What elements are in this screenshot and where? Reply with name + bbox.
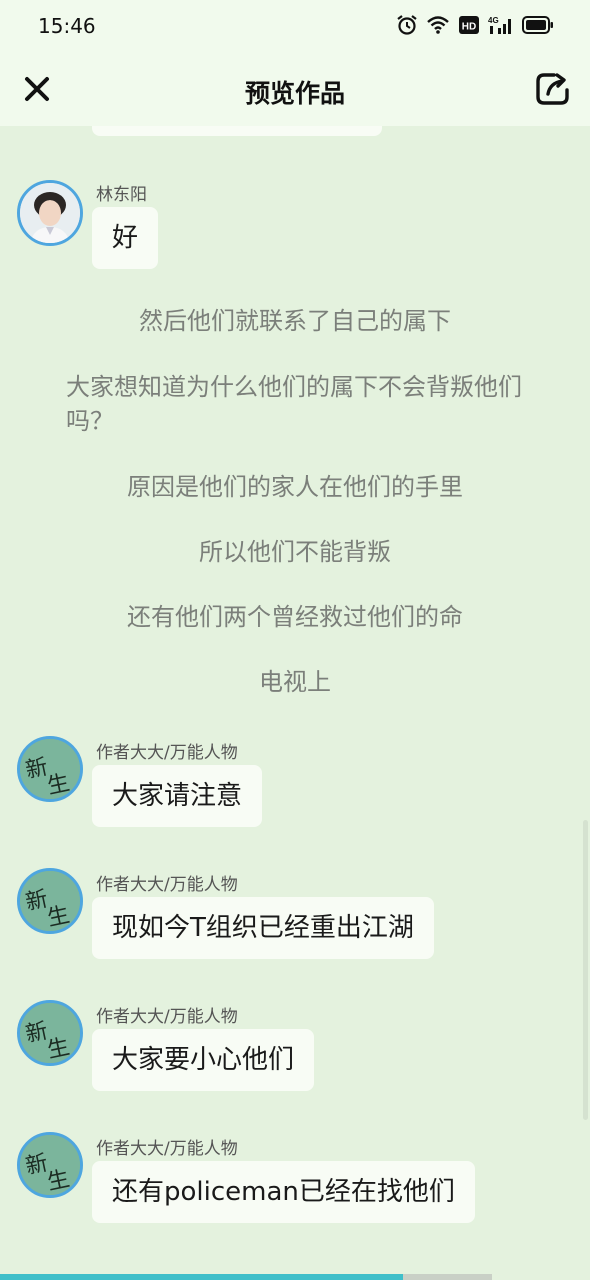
- speaker-name: 作者大大/万能人物: [96, 1007, 238, 1027]
- reading-progress-fill: [0, 1274, 404, 1280]
- share-icon: [536, 73, 569, 105]
- portrait-avatar-image: [20, 183, 80, 243]
- reading-progress-bar: [0, 1274, 492, 1280]
- nav-bar: 预览作品: [0, 52, 590, 126]
- message-bubble[interactable]: 大家要小心他们: [92, 1029, 315, 1091]
- speaker-name: 作者大大/万能人物: [96, 743, 238, 763]
- battery-icon: [522, 16, 553, 34]
- avatar-image: 新 生: [20, 871, 80, 931]
- hd-icon: HD: [459, 16, 479, 34]
- page-title: 预览作品: [244, 79, 345, 108]
- signal-label: 4G: [488, 16, 499, 25]
- speaker-name: 作者大大/万能人物: [96, 875, 238, 895]
- avatar-image: 新 生: [20, 1003, 80, 1063]
- share-button[interactable]: [534, 70, 572, 108]
- narration-text: 还有他们两个曾经救过他们的命: [127, 603, 463, 631]
- narration-text: 然后他们就联系了自己的属下: [139, 307, 451, 335]
- narration-text: 电视上: [259, 668, 331, 696]
- message-bubble[interactable]: 现如今T组织已经重出江湖: [92, 897, 434, 959]
- status-bar: 15:46 HD 4G: [0, 0, 590, 52]
- wifi-icon: [427, 16, 449, 34]
- scrollbar-thumb[interactable]: [583, 820, 588, 1120]
- narration-text: 原因是他们的家人在他们的手里: [127, 473, 463, 501]
- speaker-name: 林东阳: [96, 185, 147, 205]
- narration-text: 所以他们不能背叛: [199, 538, 391, 566]
- avatar-image: 新 生: [20, 1135, 80, 1195]
- avatar[interactable]: 新 生: [17, 1000, 83, 1066]
- speaker-name: 作者大大/万能人物: [96, 1139, 238, 1159]
- alarm-icon: [397, 15, 417, 35]
- hd-label: HD: [462, 22, 476, 33]
- message-bubble[interactable]: 好: [92, 207, 159, 269]
- status-icons: HD 4G: [396, 14, 554, 36]
- status-time: 15:46: [38, 14, 96, 38]
- signal-4g-icon: 4G: [488, 16, 511, 34]
- avatar[interactable]: 新 生: [17, 1132, 83, 1198]
- avatar[interactable]: 新 生: [17, 736, 83, 802]
- avatar-image: 新 生: [20, 739, 80, 799]
- message-bubble[interactable]: 还有policeman已经在找他们: [92, 1161, 475, 1223]
- message-bubble-partial: [92, 126, 382, 136]
- narration-text: 大家想知道为什么他们的属下不会背叛他们吗？: [66, 373, 522, 435]
- message-bubble[interactable]: 大家请注意: [92, 765, 263, 827]
- story-content[interactable]: 林东阳 好 然后他们就联系了自己的属下 大家想知道为什么他们的属下不会背叛他们吗…: [0, 126, 590, 1276]
- avatar[interactable]: [17, 180, 83, 246]
- avatar[interactable]: 新 生: [17, 868, 83, 934]
